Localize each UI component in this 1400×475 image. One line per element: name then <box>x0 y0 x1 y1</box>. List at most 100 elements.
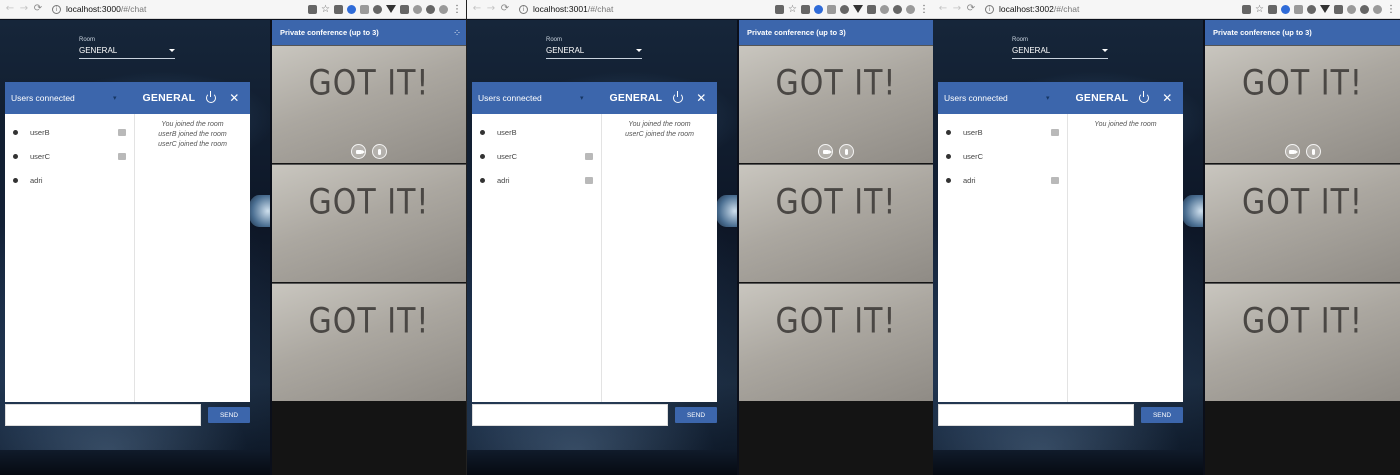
extension-icon[interactable] <box>827 4 836 14</box>
menu-icon[interactable]: ⋮ <box>1386 4 1396 14</box>
extension-icon[interactable] <box>801 4 810 14</box>
extension-icon[interactable] <box>880 4 889 14</box>
close-icon[interactable]: ✕ <box>229 92 239 104</box>
extension-icon[interactable] <box>360 4 369 14</box>
send-button[interactable]: SEND <box>675 407 717 423</box>
star-icon[interactable]: ☆ <box>1255 4 1264 14</box>
chat-icon[interactable] <box>585 152 593 160</box>
address-bar[interactable]: i localhost:3000/#/chat <box>52 4 308 14</box>
message-input[interactable] <box>472 404 668 426</box>
room-select[interactable]: GENERAL <box>79 45 175 59</box>
extension-icon[interactable] <box>1307 4 1316 14</box>
user-list-item[interactable]: userB <box>5 120 134 144</box>
microphone-toggle-icon[interactable] <box>1305 144 1321 159</box>
reload-icon[interactable]: ⟳ <box>499 3 511 15</box>
user-list-item[interactable]: userC <box>472 144 601 168</box>
camera-toggle-icon[interactable] <box>351 144 366 159</box>
github-icon[interactable] <box>426 4 435 14</box>
vue-icon[interactable] <box>386 5 396 13</box>
send-button[interactable]: SEND <box>208 407 250 423</box>
reload-icon[interactable]: ⟳ <box>32 3 44 15</box>
shield-icon[interactable] <box>1281 4 1290 14</box>
info-icon[interactable]: i <box>52 4 61 14</box>
extension-icon[interactable] <box>334 4 343 14</box>
close-icon[interactable]: ✕ <box>696 92 706 104</box>
menu-icon[interactable]: ⋮ <box>452 4 462 14</box>
camera-icon[interactable] <box>1242 4 1252 14</box>
chat-icon[interactable] <box>118 128 126 136</box>
extension-icon[interactable] <box>373 4 382 14</box>
info-icon[interactable]: i <box>519 4 528 14</box>
extension-icon[interactable] <box>840 4 849 14</box>
send-button[interactable]: SEND <box>1141 407 1183 423</box>
shield-icon[interactable] <box>347 4 356 14</box>
chevron-down-icon[interactable]: ▾ <box>580 94 584 102</box>
camera-icon[interactable] <box>775 4 785 14</box>
users-icon[interactable]: ⁘ <box>454 29 460 37</box>
camera-toggle-icon[interactable] <box>1284 144 1300 159</box>
microphone-toggle-icon[interactable] <box>839 144 854 159</box>
extension-icon[interactable] <box>400 4 409 14</box>
vue-icon[interactable] <box>853 5 863 13</box>
conference-footer <box>739 401 933 475</box>
user-list-item[interactable]: userC <box>938 144 1067 168</box>
power-icon[interactable] <box>673 91 684 103</box>
address-bar[interactable]: i localhost:3001/#/chat <box>519 4 775 14</box>
forward-icon[interactable]: → <box>485 3 497 15</box>
back-icon[interactable]: ← <box>471 3 483 15</box>
info-icon[interactable]: i <box>985 4 994 14</box>
forward-icon[interactable]: → <box>951 3 963 15</box>
user-list-item[interactable]: userC <box>5 144 134 168</box>
room-select[interactable]: GENERAL <box>1012 45 1108 59</box>
power-icon[interactable] <box>1139 91 1150 103</box>
reload-icon[interactable]: ⟳ <box>965 3 977 15</box>
conference-title: Private conference (up to 3) <box>1213 28 1312 37</box>
room-selector[interactable]: Room GENERAL <box>1012 37 1108 59</box>
microphone-toggle-icon[interactable] <box>372 144 387 159</box>
chevron-down-icon[interactable]: ▾ <box>1046 94 1050 102</box>
extension-icons: ☆ ⋮ <box>775 4 929 14</box>
forward-icon[interactable]: → <box>18 3 30 15</box>
user-name: adri <box>963 175 976 185</box>
message-input[interactable] <box>938 404 1134 426</box>
user-list-item[interactable]: adri <box>472 168 601 192</box>
profile-icon[interactable] <box>1373 4 1382 14</box>
message-input[interactable] <box>5 404 201 426</box>
extension-icon[interactable] <box>1334 4 1343 14</box>
camera-toggle-icon[interactable] <box>818 144 833 159</box>
chat-icon[interactable] <box>1051 176 1059 184</box>
chevron-down-icon[interactable]: ▾ <box>113 94 117 102</box>
menu-icon[interactable]: ⋮ <box>919 4 929 14</box>
user-list-item[interactable]: userB <box>472 120 601 144</box>
vue-icon[interactable] <box>1320 5 1330 13</box>
room-selector[interactable]: Room GENERAL <box>79 37 175 59</box>
shield-icon[interactable] <box>814 4 823 14</box>
url-host: localhost:3000 <box>66 4 121 14</box>
github-icon[interactable] <box>1360 4 1369 14</box>
star-icon[interactable]: ☆ <box>788 4 797 14</box>
star-icon[interactable]: ☆ <box>321 4 330 14</box>
close-icon[interactable]: ✕ <box>1162 92 1172 104</box>
user-list-item[interactable]: userB <box>938 120 1067 144</box>
back-icon[interactable]: ← <box>937 3 949 15</box>
profile-icon[interactable] <box>906 4 915 14</box>
room-select[interactable]: GENERAL <box>546 45 642 59</box>
user-list-item[interactable]: adri <box>938 168 1067 192</box>
user-list-item[interactable]: adri <box>5 168 134 192</box>
extension-icon[interactable] <box>1268 4 1277 14</box>
extension-icon[interactable] <box>1294 4 1303 14</box>
extension-icon[interactable] <box>413 4 422 14</box>
chat-icon[interactable] <box>585 176 593 184</box>
power-icon[interactable] <box>206 91 217 103</box>
extension-icon[interactable] <box>1347 4 1356 14</box>
github-icon[interactable] <box>893 4 902 14</box>
user-list: userB userC adri <box>472 114 602 402</box>
profile-icon[interactable] <box>439 4 448 14</box>
chat-icon[interactable] <box>118 152 126 160</box>
back-icon[interactable]: ← <box>4 3 16 15</box>
address-bar[interactable]: i localhost:3002/#/chat <box>985 4 1242 14</box>
chat-icon[interactable] <box>1051 128 1059 136</box>
room-selector[interactable]: Room GENERAL <box>546 37 642 59</box>
camera-icon[interactable] <box>308 4 318 14</box>
extension-icon[interactable] <box>867 4 876 14</box>
